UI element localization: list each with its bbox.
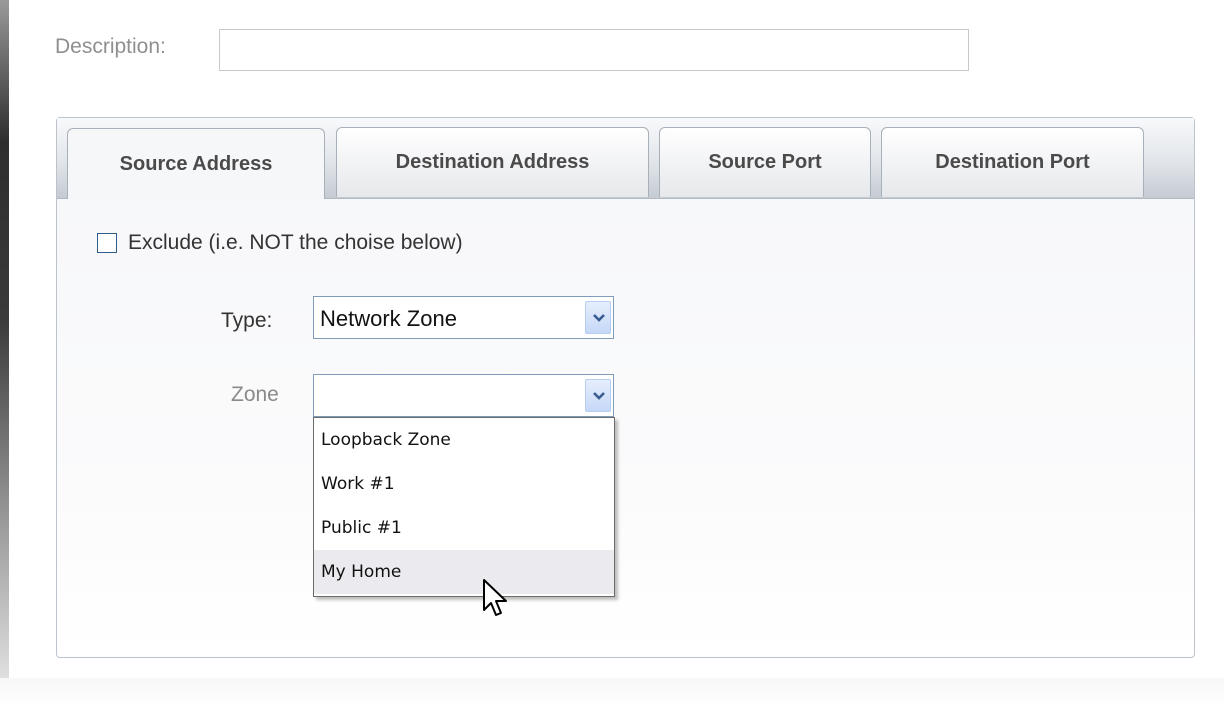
type-select[interactable]: Network Zone xyxy=(313,296,614,339)
chevron-down-icon xyxy=(593,314,605,322)
type-label: Type: xyxy=(221,309,273,332)
exclude-checkbox[interactable] xyxy=(97,233,117,253)
description-input[interactable] xyxy=(219,29,969,71)
tab-label: Destination Port xyxy=(935,151,1090,173)
tab-label: Destination Address xyxy=(395,151,590,173)
tab-destination-port[interactable]: Destination Port xyxy=(881,127,1144,197)
window-left-edge xyxy=(0,0,9,708)
exclude-label: Exclude (i.e. NOT the choise below) xyxy=(128,231,463,254)
tab-label: Source Port xyxy=(708,151,822,173)
zone-option-loopback[interactable]: Loopback Zone xyxy=(314,418,614,462)
zone-option-public-1[interactable]: Public #1 xyxy=(314,506,614,550)
description-label: Description: xyxy=(55,35,166,58)
zone-select[interactable] xyxy=(313,374,614,417)
zone-option-my-home[interactable]: My Home xyxy=(314,550,614,594)
tab-source-port[interactable]: Source Port xyxy=(659,127,871,197)
mouse-pointer-icon xyxy=(483,579,507,616)
zone-dropdown-button[interactable] xyxy=(585,379,611,412)
tab-destination-address[interactable]: Destination Address xyxy=(336,127,649,197)
type-select-value: Network Zone xyxy=(320,306,457,331)
exclude-row: Exclude (i.e. NOT the choise below) xyxy=(97,231,463,255)
zone-option-work-1[interactable]: Work #1 xyxy=(314,462,614,506)
tab-source-address[interactable]: Source Address xyxy=(67,128,325,199)
zone-label: Zone xyxy=(231,383,279,406)
zone-dropdown-list: Loopback Zone Work #1 Public #1 My Home xyxy=(313,417,615,597)
chevron-down-icon xyxy=(593,392,605,400)
bottom-strip xyxy=(0,678,1224,708)
type-dropdown-button[interactable] xyxy=(585,301,611,334)
tab-label: Source Address xyxy=(119,152,273,175)
